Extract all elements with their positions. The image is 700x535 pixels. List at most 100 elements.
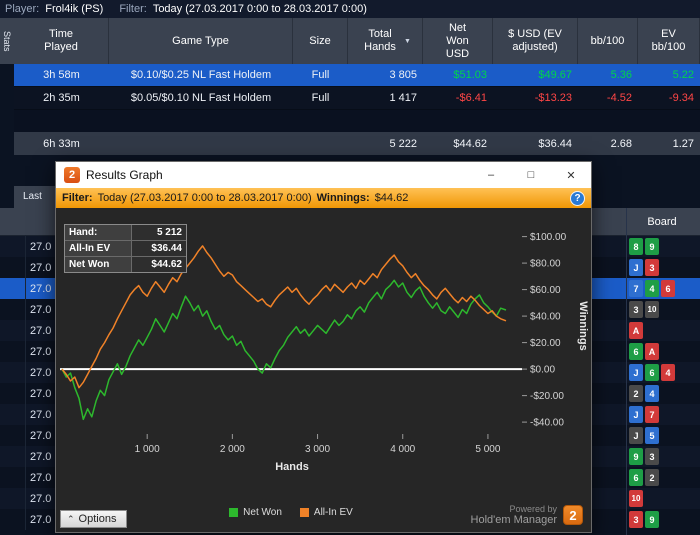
row-marker-cell — [0, 488, 26, 509]
x-tick-label: 2 000 — [220, 444, 245, 455]
results-cell: -$6.41 — [455, 92, 487, 104]
results-header-cell[interactable]: bb/100 — [578, 18, 638, 64]
x-tick-label: 5 000 — [475, 444, 500, 455]
row-marker-cell — [0, 341, 26, 362]
results-row[interactable]: 3h 58m $0.10/$0.25 NL Fast Holdem Full 3 80… — [14, 64, 700, 87]
x-tick-label: 1 000 — [135, 444, 160, 455]
board-card-6-clubs: 6 — [629, 343, 643, 360]
hand-date: 27.0 — [30, 513, 52, 526]
row-marker-cell — [0, 236, 26, 257]
legend-label: All-In EV — [313, 507, 353, 518]
board-card-4-diamonds: 4 — [645, 385, 659, 402]
y-tick-label: $40.00 — [530, 312, 561, 323]
player-value[interactable]: Frol4ik (PS) — [45, 3, 103, 15]
board-card-8-clubs: 8 — [629, 238, 643, 255]
filter-label: Filter: — [119, 3, 147, 15]
options-button[interactable]: ⌃ Options — [60, 510, 128, 528]
empty-row — [14, 110, 700, 132]
info-label: Hand: — [65, 225, 131, 240]
board-card-J-diamonds: J — [629, 364, 643, 381]
board-cards: J7 — [629, 406, 659, 423]
graph-filter-bar: Filter: Today (27.03.2017 0:00 to 28.03.… — [56, 188, 591, 208]
help-icon[interactable]: ? — [570, 190, 585, 206]
minimize-button[interactable]: – — [471, 162, 511, 188]
header-label: Total Hands — [364, 28, 396, 53]
hand-date: 27.0 — [30, 324, 52, 337]
header-label: Net Won USD — [445, 21, 470, 60]
hand-date: 27.0 — [30, 429, 52, 442]
board-card-3-hearts: 3 — [629, 511, 643, 528]
board-card-5-diamonds: 5 — [645, 427, 659, 444]
board-cards: 10 — [629, 490, 643, 507]
results-header-cell[interactable]: Size — [293, 18, 348, 64]
tab-stats[interactable]: Stats — [0, 18, 14, 64]
info-value: 5 212 — [131, 225, 186, 240]
y-tick-label: -$20.00 — [530, 391, 564, 402]
chevron-up-icon: ⌃ — [67, 513, 75, 524]
x-axis-label: Hands — [275, 461, 309, 473]
results-cell: 1 417 — [389, 92, 417, 104]
board-card-2-spades: 2 — [629, 385, 643, 402]
results-header-cell[interactable]: Total Hands ▼ — [348, 18, 423, 64]
player-label: Player: — [5, 3, 40, 15]
row-marker-cell — [0, 383, 26, 404]
row-marker-cell — [0, 362, 26, 383]
graph-filter-value: Today (27.03.2017 0:00 to 28.03.2017 0:0… — [97, 192, 312, 204]
tab-last-hands[interactable]: Last — [14, 186, 55, 208]
legend-swatch — [299, 508, 309, 517]
y-tick-label: $80.00 — [530, 259, 561, 270]
hand-date: 27.0 — [30, 261, 52, 274]
results-row[interactable]: 2h 35m $0.05/$0.10 NL Fast Holdem Full 1 41… — [14, 87, 700, 110]
row-marker-cell — [0, 257, 26, 278]
results-header-cell[interactable]: EV bb/100 — [638, 18, 700, 64]
y-tick-label: $100.00 — [530, 232, 567, 243]
info-label: All-In EV — [65, 241, 131, 256]
holdem-manager-text: Hold'em Manager — [470, 514, 557, 526]
board-card-6-clubs: 6 — [645, 364, 659, 381]
close-button[interactable]: ✕ — [551, 162, 591, 188]
row-marker-cell — [0, 278, 26, 299]
results-cell: -4.52 — [606, 92, 632, 104]
row-marker-cell — [0, 425, 26, 446]
filter-value[interactable]: Today (27.03.2017 0:00 to 28.03.2017 0:0… — [153, 3, 367, 15]
hm2-logo: 2 — [563, 505, 583, 525]
board-cards: 24 — [629, 385, 659, 402]
y-tick-label: $60.00 — [530, 285, 561, 296]
row-marker-cell — [0, 299, 26, 320]
board-card-A-hearts: A — [629, 322, 643, 339]
y-axis-label: Winnings — [577, 301, 589, 350]
board-cards: 89 — [629, 238, 659, 255]
results-header-cell[interactable]: Game Type — [109, 18, 293, 64]
column-separator — [626, 208, 627, 535]
y-tick-label: $0.00 — [530, 365, 555, 376]
results-header-cell[interactable]: $ USD (EV adjusted) — [493, 18, 578, 64]
maximize-button[interactable]: □ — [511, 162, 551, 188]
board-card-J-diamonds: J — [629, 406, 643, 423]
header-label: Time Played — [44, 28, 78, 53]
results-header-cell[interactable]: Time Played — [14, 18, 109, 64]
winnings-label: Winnings: — [316, 192, 370, 204]
board-card-3-spades: 3 — [645, 448, 659, 465]
results-header-cell[interactable]: Net Won USD — [423, 18, 493, 64]
sort-desc-icon: ▼ — [404, 37, 411, 45]
board-card-7-diamonds: 7 — [629, 280, 643, 297]
results-cell: -9.34 — [668, 92, 694, 104]
header-label: $ USD (EV adjusted) — [508, 28, 562, 53]
board-card-A-hearts: A — [645, 343, 659, 360]
info-label: Net Won — [65, 257, 131, 272]
results-cell: 2h 35m — [43, 92, 80, 104]
total-hands: 5 222 — [389, 137, 417, 150]
board-column-header[interactable]: Board — [627, 208, 697, 236]
x-tick-label: 4 000 — [390, 444, 415, 455]
powered-by-text: Powered by — [509, 504, 557, 514]
legend-swatch — [229, 508, 239, 517]
board-cards: J5 — [629, 427, 659, 444]
board-card-6-clubs: 6 — [629, 469, 643, 486]
titlebar[interactable]: 2 Results Graph – □ ✕ — [56, 162, 591, 188]
results-cell: 3 805 — [389, 69, 417, 81]
results-cell: Full — [311, 92, 330, 104]
options-label: Options — [78, 513, 117, 525]
total-ev-usd: $36.44 — [538, 137, 572, 150]
y-tick-label: -$40.00 — [530, 418, 564, 429]
board-card-9-clubs: 9 — [629, 448, 643, 465]
